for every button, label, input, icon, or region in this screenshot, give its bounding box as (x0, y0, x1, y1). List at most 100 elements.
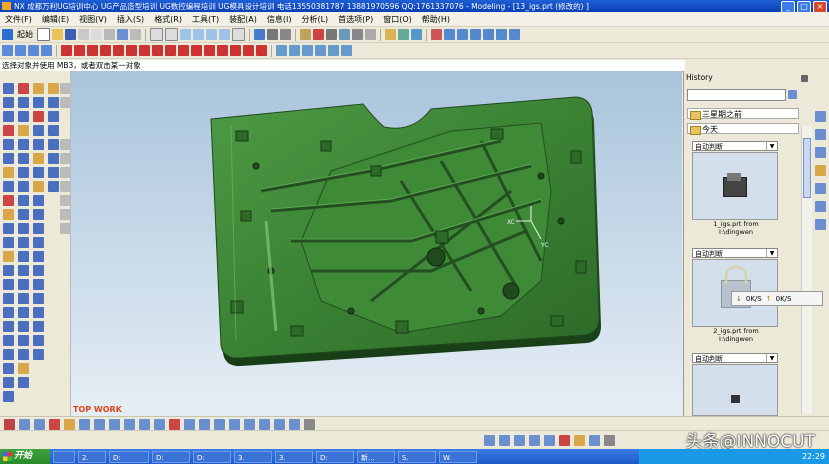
snap-control-icon[interactable] (154, 419, 165, 430)
combine-curve-icon[interactable] (341, 45, 352, 56)
resize-blend-icon[interactable] (33, 153, 44, 164)
mirror-icon[interactable] (3, 377, 14, 388)
hole-icon[interactable] (3, 125, 14, 136)
pattern-face-icon[interactable] (33, 223, 44, 234)
zoom-icon[interactable] (165, 28, 178, 41)
taskbar-item[interactable]: D: (109, 450, 149, 463)
menu-insert[interactable]: 插入(S) (112, 14, 149, 25)
snap-body-icon[interactable] (289, 419, 300, 430)
new-file-icon[interactable] (37, 28, 50, 41)
snap-tangent-icon[interactable] (214, 419, 225, 430)
feature-icon[interactable] (398, 29, 409, 40)
project-curve-icon[interactable] (204, 45, 215, 56)
snap-existing-icon[interactable] (139, 419, 150, 430)
select-face-icon[interactable] (28, 45, 39, 56)
offset-face-icon[interactable] (3, 321, 14, 332)
snap-center-icon[interactable] (79, 419, 90, 430)
layer-icon[interactable] (300, 29, 311, 40)
pocket-icon[interactable] (3, 153, 14, 164)
point-icon[interactable] (152, 45, 163, 56)
offset-curve-icon[interactable] (165, 45, 176, 56)
taskbar-item[interactable]: S. (398, 450, 436, 463)
taskbar-item[interactable]: D: (316, 450, 354, 463)
delete-icon[interactable] (33, 111, 44, 122)
boss-icon[interactable] (3, 139, 14, 150)
wrap-curve-icon[interactable] (289, 45, 300, 56)
slot-icon[interactable] (3, 181, 14, 192)
wcs-orient-icon[interactable] (48, 111, 59, 122)
global-shaping-icon[interactable] (18, 363, 29, 374)
menu-view[interactable]: 视图(V) (74, 14, 112, 25)
intersect-icon[interactable] (3, 251, 14, 262)
material-icon[interactable] (514, 435, 525, 446)
rectangle-icon[interactable] (113, 45, 124, 56)
quilt-icon[interactable] (18, 335, 29, 346)
select-body-icon[interactable] (41, 45, 52, 56)
pin-icon[interactable] (801, 75, 808, 82)
mirror-face-icon[interactable] (33, 237, 44, 248)
taskbar-item[interactable]: D: (152, 450, 190, 463)
filter-icon[interactable] (4, 419, 15, 430)
spline-icon[interactable] (100, 45, 111, 56)
line-icon[interactable] (61, 45, 72, 56)
paste-icon[interactable] (104, 29, 115, 40)
linear-dimension-icon[interactable] (33, 321, 44, 332)
sketch-circle-icon[interactable] (60, 153, 71, 164)
edge-blend-icon[interactable] (3, 265, 14, 276)
swept-icon[interactable] (18, 167, 29, 178)
refresh-icon[interactable] (232, 28, 245, 41)
midsurface-icon[interactable] (18, 349, 29, 360)
copy-icon[interactable] (91, 29, 102, 40)
unite-icon[interactable] (3, 223, 14, 234)
reference-set-icon[interactable] (483, 29, 494, 40)
assembly-navigator-icon[interactable] (815, 111, 826, 122)
x-form-icon[interactable] (18, 377, 29, 388)
quick-launch[interactable] (53, 450, 75, 463)
part-model[interactable]: XC YC (71, 71, 682, 416)
scale-icon[interactable] (3, 335, 14, 346)
scroll-thumb[interactable] (803, 138, 811, 198)
law-extension-icon[interactable] (18, 251, 29, 262)
isocline-icon[interactable] (276, 45, 287, 56)
cut-icon[interactable] (78, 29, 89, 40)
shaded-icon[interactable] (254, 29, 265, 40)
wcs-dynamic-icon[interactable] (48, 125, 59, 136)
datum-plane-icon[interactable] (18, 83, 29, 94)
n-sided-icon[interactable] (18, 181, 29, 192)
trim-body-icon[interactable] (3, 349, 14, 360)
reuse-library-icon[interactable] (815, 147, 826, 158)
rotate-icon[interactable] (193, 29, 204, 40)
menu-window[interactable]: 窗口(O) (378, 14, 417, 25)
wcs-icon[interactable] (339, 29, 350, 40)
measure-icon[interactable] (352, 29, 363, 40)
sketch-polygon-icon[interactable] (60, 195, 71, 206)
menu-help[interactable]: 帮助(H) (417, 14, 455, 25)
section-view-icon[interactable] (604, 435, 615, 446)
start-button[interactable]: 开始 (0, 449, 50, 464)
tube-icon[interactable] (3, 209, 14, 220)
groove-icon[interactable] (3, 195, 14, 206)
surface-icon[interactable] (411, 29, 422, 40)
sketch-curve-icon[interactable] (60, 139, 71, 150)
entry-select[interactable]: 自动判断 ▼ (692, 248, 778, 258)
menu-file[interactable]: 文件(F) (0, 14, 37, 25)
wcs-rotate-icon[interactable] (48, 97, 59, 108)
thicken-icon[interactable] (18, 307, 29, 318)
shell-icon[interactable] (3, 293, 14, 304)
roles-icon[interactable] (815, 201, 826, 212)
highlight-icon[interactable] (559, 435, 570, 446)
view-orient-icon[interactable] (280, 29, 291, 40)
entry-thumbnail[interactable] (692, 152, 778, 220)
fit-view-icon[interactable] (150, 28, 163, 41)
offset-surface-icon[interactable] (18, 265, 29, 276)
menu-analysis[interactable]: 分析(L) (296, 14, 333, 25)
system-materials-icon[interactable] (815, 219, 826, 230)
lighting-icon[interactable] (499, 435, 510, 446)
entry-select[interactable]: 自动判断 ▼ (692, 141, 778, 151)
blank-icon[interactable] (326, 29, 337, 40)
copy-face-icon[interactable] (33, 265, 44, 276)
paste-face-icon[interactable] (33, 279, 44, 290)
camera-icon[interactable] (544, 435, 555, 446)
wave-icon[interactable] (509, 29, 520, 40)
start-button[interactable]: 起始 (17, 29, 33, 40)
